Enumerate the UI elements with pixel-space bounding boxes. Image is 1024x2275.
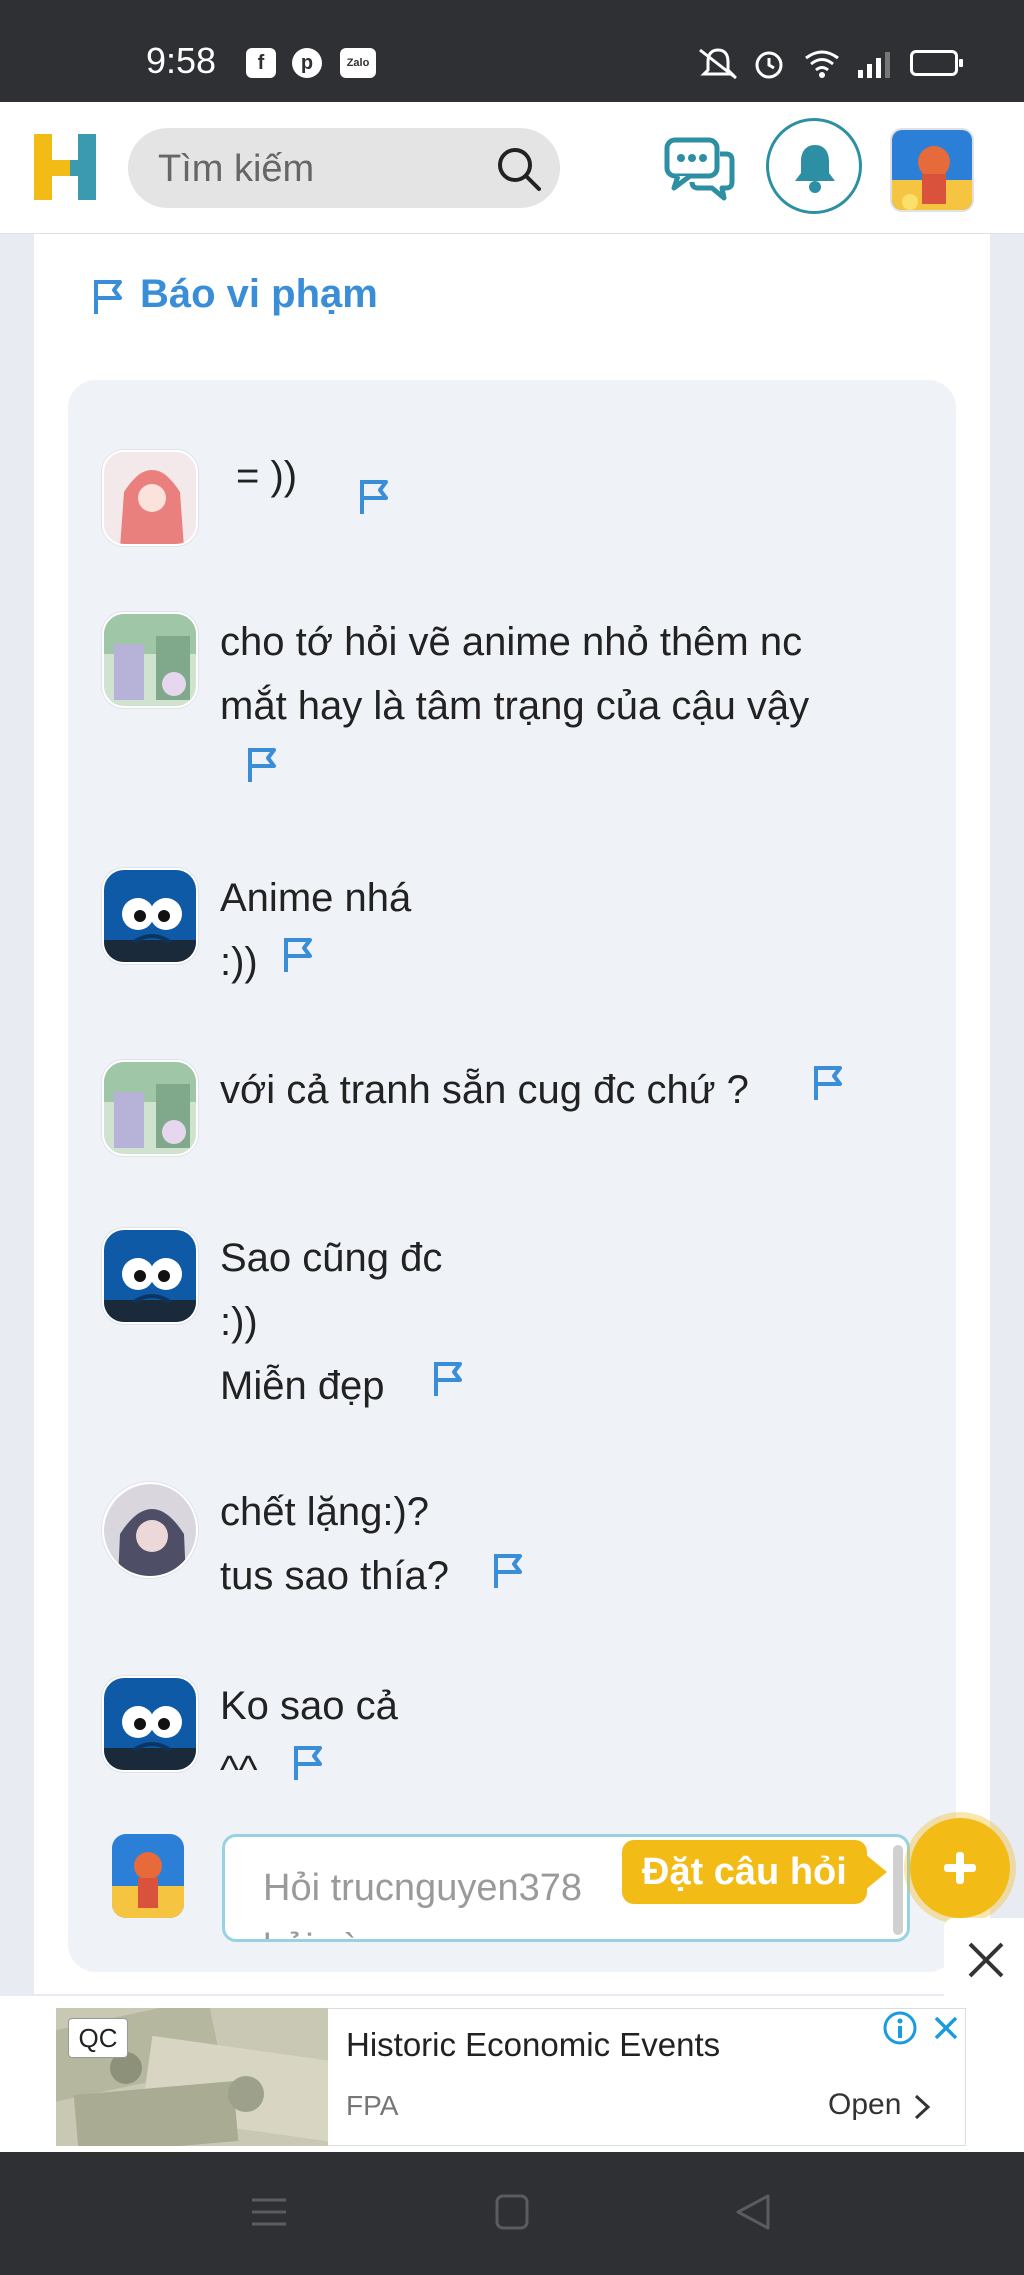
signal-icon bbox=[858, 52, 890, 78]
ad-x-icon[interactable] bbox=[928, 2010, 964, 2046]
gumball-image bbox=[104, 1230, 196, 1322]
search-input[interactable]: Tìm kiếm bbox=[158, 148, 314, 191]
status-bar: 9:58 f p Zalo 69 bbox=[0, 0, 1024, 102]
report-flag-icon[interactable] bbox=[246, 744, 280, 784]
comment-avatar[interactable] bbox=[102, 1060, 198, 1156]
anime-garden-image bbox=[104, 1062, 196, 1154]
anime-garden-image bbox=[104, 614, 196, 706]
system-nav-bar bbox=[0, 2152, 1024, 2275]
gumball-image bbox=[104, 870, 196, 962]
search-icon[interactable] bbox=[496, 146, 542, 192]
ask-question-button[interactable]: Đặt câu hỏi bbox=[622, 1840, 887, 1904]
comment-text: cho tớ hỏi vẽ anime nhỏ thêm nc mắt hay … bbox=[220, 620, 810, 728]
ad-source: FPA bbox=[346, 2090, 399, 2121]
report-flag-icon[interactable] bbox=[292, 1742, 326, 1782]
my-avatar bbox=[112, 1834, 184, 1918]
battery-icon: 69 bbox=[910, 50, 963, 76]
input-scrollbar[interactable] bbox=[893, 1845, 903, 1935]
comment-text: Sao cũng đc :)) Miễn đẹp bbox=[220, 1236, 443, 1408]
report-flag-icon[interactable] bbox=[432, 1358, 466, 1398]
notification-button[interactable] bbox=[766, 118, 862, 214]
ask-placeholder: Hỏi trucnguyen378 bbox=[263, 1867, 582, 1909]
pinterest-icon: p bbox=[292, 48, 322, 78]
home-icon[interactable] bbox=[494, 2192, 530, 2232]
comment-text: chết lặng:)? tus sao thía? bbox=[220, 1490, 450, 1598]
ad-title[interactable]: Historic Economic Events bbox=[346, 2026, 720, 2064]
info-icon[interactable] bbox=[882, 2010, 918, 2046]
close-icon bbox=[968, 1942, 1004, 1978]
user-avatar[interactable] bbox=[890, 128, 974, 212]
wifi-icon bbox=[805, 50, 839, 78]
messages-icon[interactable] bbox=[664, 132, 736, 204]
comment-avatar[interactable] bbox=[102, 1676, 198, 1772]
report-link[interactable]: Báo vi phạm bbox=[140, 272, 378, 317]
search-box[interactable]: Tìm kiếm bbox=[128, 128, 560, 208]
alarm-icon bbox=[755, 51, 783, 79]
report-flag-icon[interactable] bbox=[492, 1550, 526, 1590]
report-flag-icon[interactable] bbox=[358, 476, 392, 516]
anime-girl-pink-image bbox=[104, 452, 196, 544]
app-header: Tìm kiếm bbox=[0, 102, 1024, 234]
ad-banner[interactable]: QC Historic Economic Events FPA Open bbox=[0, 1996, 1024, 2152]
anime-girl-dark-image bbox=[104, 1484, 196, 1576]
report-flag-icon[interactable] bbox=[92, 276, 126, 316]
battery-level: 69 bbox=[925, 54, 943, 71]
comment-text: Ko sao cả ^^ bbox=[220, 1684, 398, 1792]
status-time: 9:58 bbox=[146, 40, 217, 81]
ask-placeholder-line2: hỏi gì bbox=[263, 1927, 356, 1939]
comment-avatar[interactable] bbox=[102, 612, 198, 708]
comment-avatar[interactable] bbox=[102, 1482, 198, 1578]
comment-avatar[interactable] bbox=[102, 868, 198, 964]
zalo-icon: Zalo bbox=[340, 48, 376, 78]
avatar-image bbox=[112, 1834, 184, 1918]
back-icon[interactable] bbox=[734, 2192, 772, 2232]
avatar-image bbox=[892, 130, 972, 210]
logo-icon[interactable] bbox=[30, 128, 100, 206]
gumball-image bbox=[104, 1678, 196, 1770]
comment-avatar[interactable] bbox=[102, 450, 198, 546]
facebook-icon: f bbox=[246, 48, 276, 78]
add-question-button[interactable] bbox=[910, 1818, 1010, 1918]
comment-avatar[interactable] bbox=[102, 1228, 198, 1324]
ad-open-button[interactable]: Open bbox=[828, 2088, 901, 2122]
report-flag-icon[interactable] bbox=[282, 934, 316, 974]
mute-icon bbox=[699, 48, 737, 80]
menu-icon[interactable] bbox=[250, 2192, 288, 2232]
ad-badge: QC bbox=[68, 2018, 128, 2058]
ad-close-button[interactable] bbox=[944, 1918, 1024, 1998]
bell-icon bbox=[795, 145, 835, 193]
comment-text: với cả tranh sẵn cug đc chứ ? bbox=[220, 1068, 749, 1112]
chevron-right-icon[interactable] bbox=[912, 2092, 932, 2122]
report-flag-icon[interactable] bbox=[812, 1062, 846, 1102]
comment-text: Anime nhá :)) bbox=[220, 876, 412, 984]
comment-text: = )) bbox=[236, 454, 298, 498]
